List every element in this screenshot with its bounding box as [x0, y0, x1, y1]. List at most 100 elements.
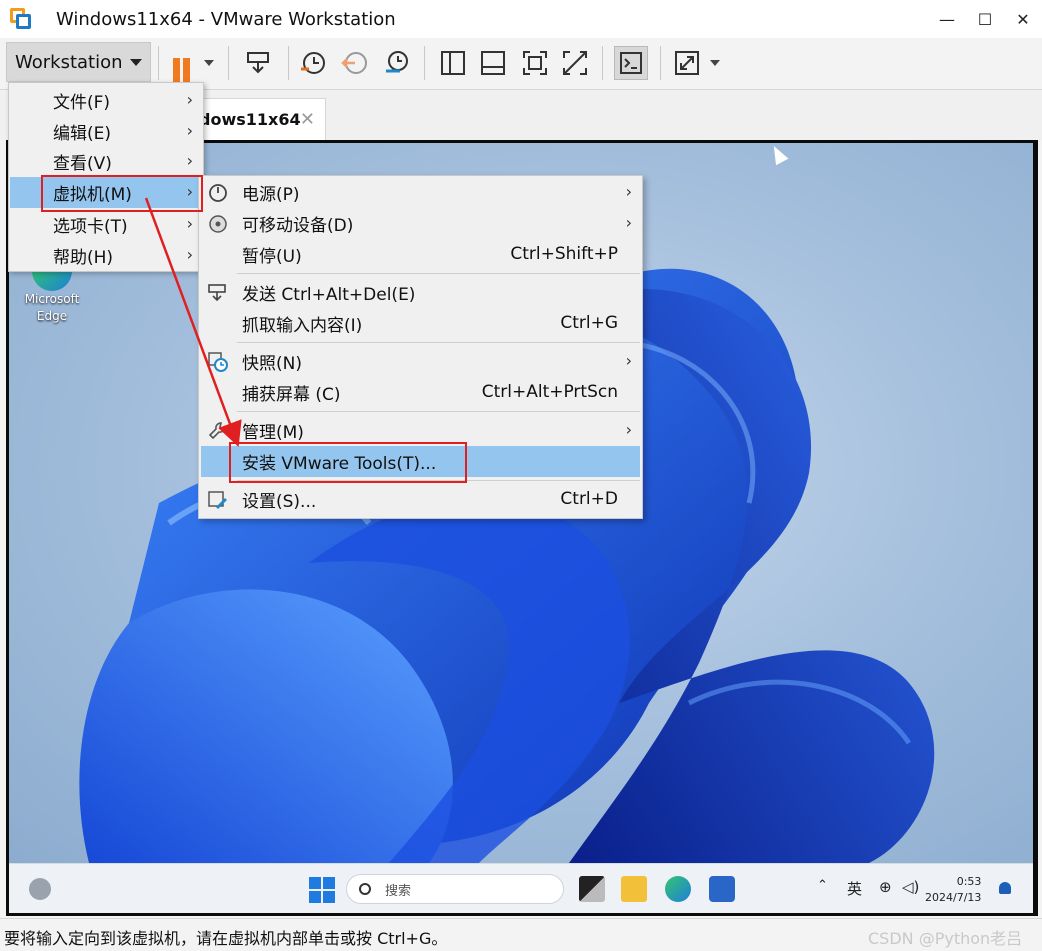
maximize-button[interactable]: ☐ — [966, 0, 1004, 38]
revert-snapshot-button[interactable] — [338, 46, 372, 80]
network-icon[interactable]: ⊕ — [879, 878, 892, 896]
menu-item-label: 发送 Ctrl+Alt+Del(E) — [242, 285, 416, 305]
menu-item-send-ctrl-alt-del[interactable]: 发送 Ctrl+Alt+Del(E) — [201, 277, 640, 308]
menu-item-settings[interactable]: 设置(S)... Ctrl+D — [201, 484, 640, 515]
thumbnail-bar-button[interactable] — [476, 46, 510, 80]
taskbar-search[interactable]: 搜索 — [346, 874, 564, 904]
desktop-icon-edge[interactable]: Microsoft Edge — [21, 263, 83, 325]
menu-item-help[interactable]: 帮助(H) › — [10, 240, 203, 271]
snapshot-clock-icon — [301, 52, 325, 74]
menu-separator — [237, 273, 640, 274]
chevron-right-icon: › — [625, 213, 632, 232]
menu-item-capture-screen[interactable]: 捕获屏幕 (C) Ctrl+Alt+PrtScn — [201, 377, 640, 408]
menu-separator — [237, 342, 640, 343]
toolbar-divider — [158, 46, 159, 80]
widgets-icon[interactable] — [29, 878, 51, 900]
edge-taskbar-icon[interactable] — [665, 876, 691, 902]
menu-item-label: 设置(S)... — [242, 492, 317, 512]
menu-item-removable-devices[interactable]: 可移动设备(D) › — [201, 208, 640, 239]
disc-icon — [209, 215, 227, 233]
watermark: CSDN @Python老吕 — [868, 929, 1023, 948]
menu-item-snapshot[interactable]: 快照(N) › — [201, 346, 640, 377]
clock-date: 2024/7/13 — [925, 891, 982, 904]
send-keys-icon — [208, 284, 226, 302]
menu-item-pause[interactable]: 暂停(U) Ctrl+Shift+P — [201, 239, 640, 270]
ime-indicator[interactable]: 英 — [847, 878, 862, 899]
toolbar-divider — [228, 46, 229, 80]
file-explorer-icon[interactable] — [621, 876, 647, 902]
status-text: 要将输入定向到该虚拟机，请在虚拟机内部单击或按 Ctrl+G。 — [4, 929, 448, 948]
toolbar-divider — [602, 46, 603, 80]
fullscreen-icon — [523, 51, 547, 75]
menu-item-label: 捕获屏幕 (C) — [242, 385, 341, 405]
menu-item-label: 可移动设备(D) — [242, 216, 354, 236]
taskbar-clock[interactable]: 0:53 2024/7/13 — [925, 874, 981, 906]
minimize-button[interactable]: — — [928, 0, 966, 38]
wrench-icon — [208, 422, 226, 440]
menu-item-tabs[interactable]: 选项卡(T) › — [10, 209, 203, 240]
take-snapshot-button[interactable] — [296, 46, 330, 80]
close-button[interactable]: ✕ — [1004, 0, 1042, 38]
tab-close-icon[interactable]: ✕ — [300, 109, 315, 130]
clock-time: 0:53 — [956, 875, 982, 888]
snapshot-manager-button[interactable] — [380, 46, 414, 80]
tray-expand-icon[interactable]: ⌃ — [817, 878, 828, 893]
guest-taskbar: 搜索 ⌃ 英 ⊕ ◁) 0:53 2024/7/13 — [9, 863, 1033, 913]
menu-item-label: 文件(F) — [53, 93, 111, 113]
menu-separator — [237, 411, 640, 412]
menu-item-power[interactable]: 电源(P) › — [201, 177, 640, 208]
annotation-box-install-tools — [229, 442, 467, 483]
menu-item-view[interactable]: 查看(V) › — [10, 146, 203, 177]
chevron-down-icon — [130, 59, 142, 66]
unity-icon — [563, 51, 587, 75]
snapshot-manager-icon — [386, 51, 408, 73]
toolbar-divider — [660, 46, 661, 80]
menu-item-shortcut: Ctrl+Shift+P — [510, 244, 618, 264]
menu-item-edit[interactable]: 编辑(E) › — [10, 116, 203, 147]
revert-icon — [341, 52, 367, 74]
menu-item-grab-input[interactable]: 抓取输入内容(I) Ctrl+G — [201, 308, 640, 339]
bottom-panel-icon — [481, 51, 505, 75]
workstation-label: Workstation — [15, 51, 123, 73]
stretch-guest-button[interactable] — [670, 46, 704, 80]
full-screen-button[interactable] — [518, 46, 552, 80]
console-view-button[interactable] — [614, 46, 648, 80]
menu-item-shortcut: Ctrl+Alt+PrtScn — [481, 382, 618, 402]
volume-icon[interactable]: ◁) — [902, 878, 919, 896]
desktop-icon-label: Edge — [36, 309, 68, 323]
menu-item-file[interactable]: 文件(F) › — [10, 85, 203, 116]
pause-dropdown-icon[interactable] — [204, 60, 214, 66]
store-icon[interactable] — [709, 876, 735, 902]
workstation-menu-button[interactable]: Workstation — [6, 42, 151, 82]
tab-label: dows11x64 — [199, 110, 301, 129]
send-ctrl-alt-del-button[interactable] — [242, 46, 276, 80]
pause-icon — [173, 58, 180, 82]
status-bar: 要将输入定向到该虚拟机，请在虚拟机内部单击或按 Ctrl+G。 CSDN @Py… — [0, 918, 1042, 951]
menu-item-label: 抓取输入内容(I) — [242, 316, 363, 336]
menu-item-label: 编辑(E) — [53, 124, 112, 144]
chevron-right-icon: › — [186, 90, 193, 109]
notification-bell-icon[interactable] — [999, 882, 1011, 894]
terminal-icon — [620, 52, 642, 74]
start-button[interactable] — [309, 877, 335, 903]
send-keys-icon — [247, 52, 269, 74]
snapshot-icon — [208, 352, 228, 372]
vmware-logo-icon — [10, 8, 32, 30]
task-view-icon[interactable] — [579, 876, 605, 902]
stretch-icon — [675, 51, 699, 75]
menu-item-label: 电源(P) — [242, 185, 300, 205]
toolbar-divider — [288, 46, 289, 80]
menu-item-label: 帮助(H) — [53, 248, 114, 268]
stretch-dropdown-icon[interactable] — [710, 60, 720, 66]
menu-item-label: 查看(V) — [53, 154, 112, 174]
search-placeholder: 搜索 — [385, 883, 412, 899]
chevron-right-icon: › — [186, 121, 193, 140]
pause-button[interactable] — [164, 46, 198, 82]
menu-item-label: 暂停(U) — [242, 247, 302, 267]
chevron-right-icon: › — [625, 420, 632, 439]
title-bar: Windows11x64 - VMware Workstation — ☐ ✕ — [0, 0, 1042, 38]
unity-button[interactable] — [558, 46, 592, 80]
annotation-box-vm-menu — [41, 175, 203, 212]
window-title: Windows11x64 - VMware Workstation — [56, 8, 396, 30]
show-library-button[interactable] — [436, 46, 470, 80]
